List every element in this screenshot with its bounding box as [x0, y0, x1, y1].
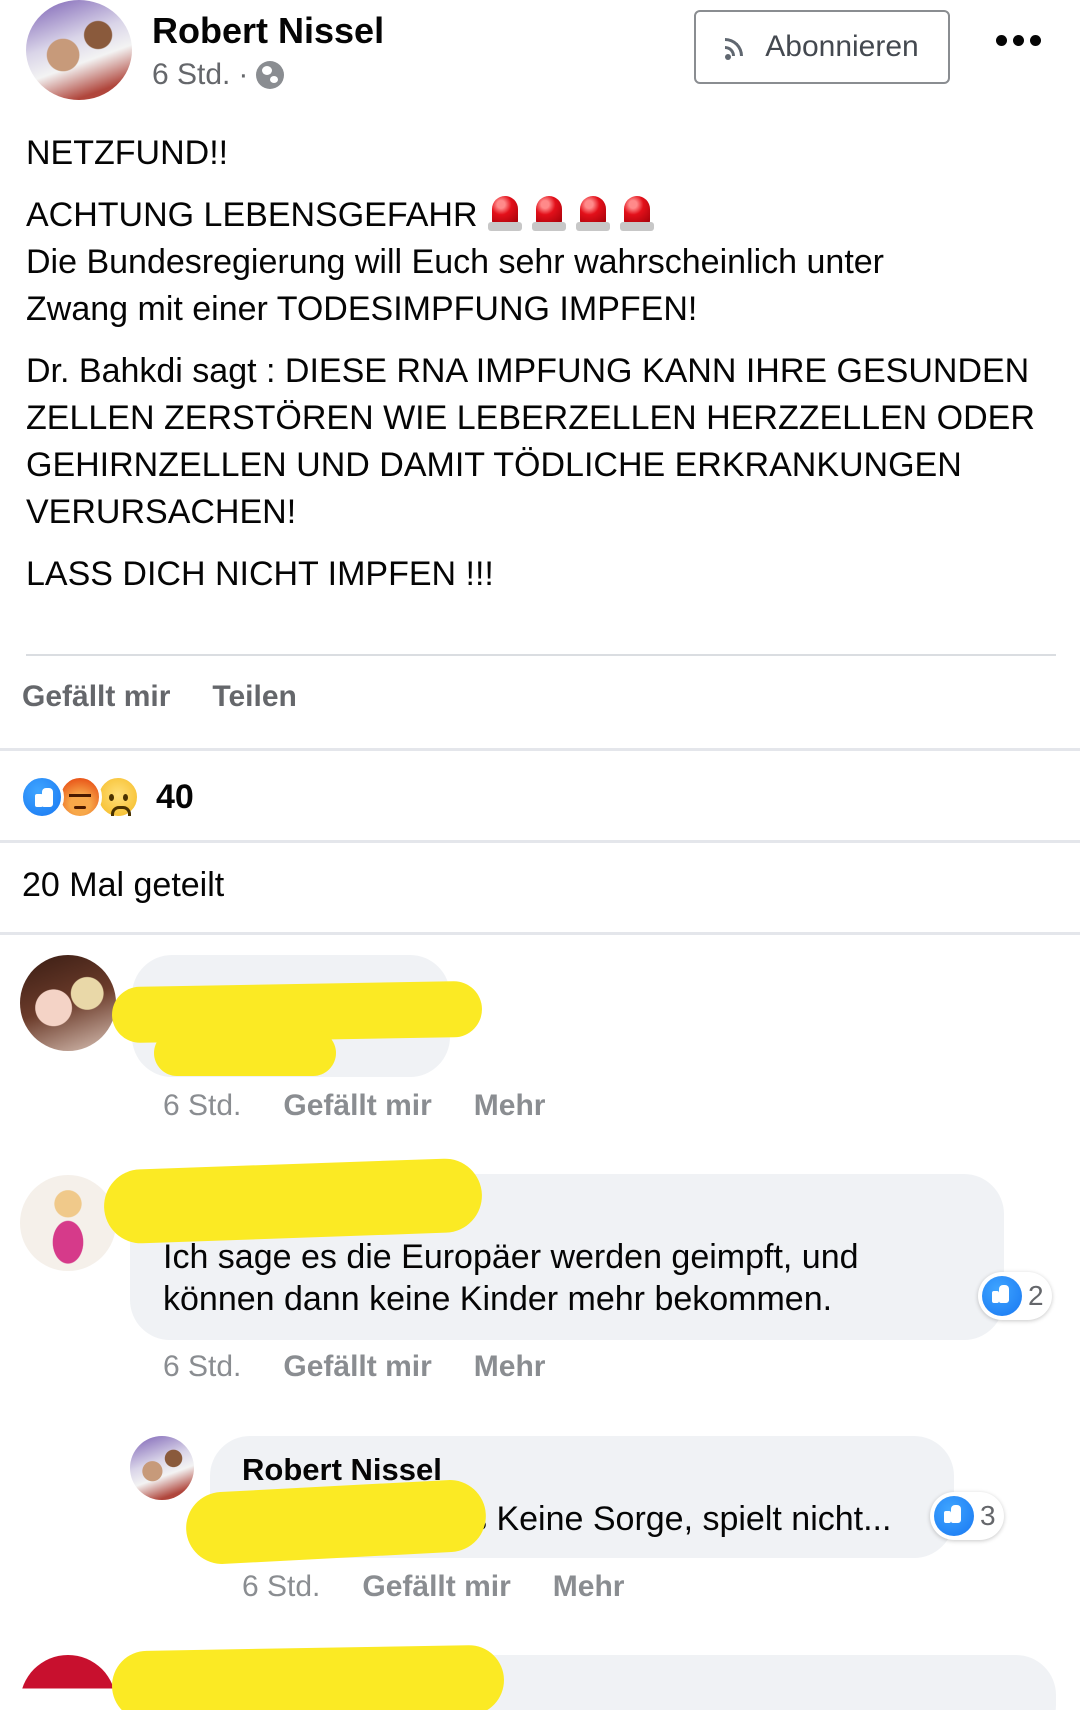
meta-separator: ·: [238, 58, 249, 91]
subscribe-label: Abonnieren: [765, 30, 919, 63]
like-reaction-icon: [20, 775, 64, 819]
rss-icon: [725, 34, 751, 60]
reaction-summary[interactable]: 40: [20, 772, 194, 822]
angry-reaction-icon: [58, 775, 102, 819]
post-paragraph: LASS DICH NICHT IMPFEN !!!: [26, 555, 494, 593]
sad-reaction-icon: [96, 775, 140, 819]
reply-like-button[interactable]: Gefällt mir: [362, 1570, 510, 1604]
post-paragraph: Dr. Bahkdi sagt : DIESE RNA IMPFUNG KANN…: [26, 352, 1035, 531]
comment-more-button[interactable]: Mehr: [474, 1089, 546, 1123]
subscribe-button[interactable]: Abonnieren: [694, 10, 950, 84]
like-reaction-icon: [934, 1496, 974, 1536]
divider: [0, 840, 1080, 843]
reply-author-avatar[interactable]: [130, 1436, 194, 1500]
siren-icon: [531, 194, 566, 232]
divider: [26, 654, 1056, 656]
reply-like-badge[interactable]: 3: [930, 1492, 1004, 1540]
siren-icon: [575, 194, 610, 232]
post-meta: 6 Std. ·: [152, 58, 285, 92]
redaction-scribble: [154, 1030, 336, 1076]
comment-meta: 6 Std. Gefällt mir Mehr: [163, 1350, 545, 1384]
reply-time[interactable]: 6 Std.: [242, 1570, 320, 1604]
comment-meta: 6 Std. Gefällt mir Mehr: [163, 1089, 545, 1123]
reply-more-button[interactable]: Mehr: [553, 1570, 625, 1604]
post-paragraph: ACHTUNG LEBENSGEFAHR Die Bundesregierung…: [26, 194, 885, 328]
more-options-icon[interactable]: [996, 30, 1046, 50]
post-header: Robert Nissel 6 Std. · Abonnieren: [0, 0, 1080, 110]
like-button[interactable]: Gefällt mir: [22, 680, 170, 714]
comment-like-badge[interactable]: 2: [978, 1272, 1052, 1320]
divider: [0, 932, 1080, 935]
commenter-avatar[interactable]: [20, 1175, 116, 1271]
comment-text: Ich sage es die Europäer werden geimpft,…: [163, 1238, 859, 1318]
redaction-scribble: [102, 1157, 484, 1245]
comment-time[interactable]: 6 Std.: [163, 1350, 241, 1384]
author-name[interactable]: Robert Nissel: [152, 10, 384, 52]
like-reaction-icon: [982, 1276, 1022, 1316]
comment-time[interactable]: 6 Std.: [163, 1089, 241, 1123]
post-paragraph: NETZFUND!!: [26, 134, 229, 172]
author-avatar[interactable]: [26, 0, 132, 100]
globe-icon: [256, 61, 285, 89]
post-actions: Gefällt mir Teilen: [22, 680, 297, 714]
comment-more-button[interactable]: Mehr: [474, 1350, 546, 1384]
comment-like-button[interactable]: Gefällt mir: [283, 1350, 431, 1384]
comment-like-button[interactable]: Gefällt mir: [283, 1089, 431, 1123]
share-count[interactable]: 20 Mal geteilt: [22, 866, 224, 905]
commenter-avatar[interactable]: [20, 1655, 116, 1710]
siren-icon: [487, 194, 522, 232]
reply-like-count: 3: [980, 1500, 996, 1531]
reply-text: s Keine Sorge, spielt nicht...: [470, 1500, 892, 1538]
reply-meta: 6 Std. Gefällt mir Mehr: [242, 1570, 624, 1604]
post-body: NETZFUND!! ACHTUNG LEBENSGEFAHR Die Bund…: [26, 130, 1056, 613]
share-button[interactable]: Teilen: [212, 680, 296, 714]
redaction-scribble: [111, 1644, 505, 1710]
comment-like-count: 2: [1028, 1280, 1044, 1311]
post-time[interactable]: 6 Std.: [152, 58, 230, 92]
commenter-avatar[interactable]: [20, 955, 116, 1051]
siren-icon: [619, 194, 654, 232]
divider: [0, 748, 1080, 751]
reaction-count: 40: [156, 777, 194, 816]
